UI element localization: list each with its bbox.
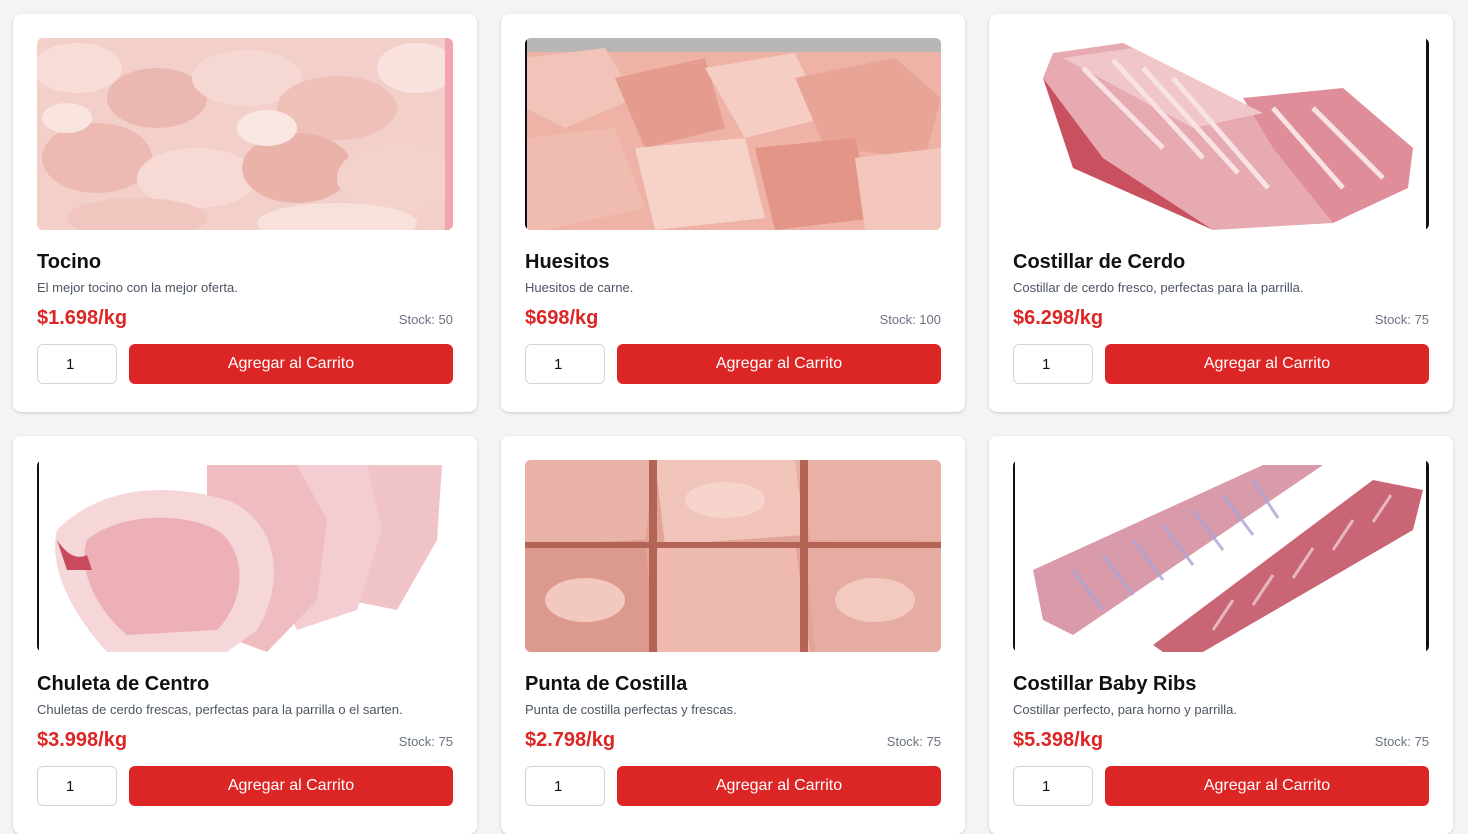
action-row: Agregar al Carrito <box>525 766 941 806</box>
action-row: Agregar al Carrito <box>37 766 453 806</box>
product-description: El mejor tocino con la mejor oferta. <box>37 280 238 295</box>
product-card: Tocino El mejor tocino con la mejor ofer… <box>13 14 477 412</box>
product-description: Chuletas de cerdo frescas, perfectas par… <box>37 702 403 717</box>
product-price: $1.698/kg <box>37 307 128 329</box>
product-stock: Stock: 75 <box>1374 312 1429 327</box>
quantity-input[interactable] <box>1013 766 1093 806</box>
bones-image <box>525 38 941 230</box>
product-card: Costillar Baby Ribs Costillar perfecto, … <box>989 436 1453 834</box>
product-stock: Stock: 75 <box>886 734 941 749</box>
product-price: $2.798/kg <box>525 729 616 751</box>
product-name: Costillar de Cerdo <box>1013 251 1186 273</box>
product-image <box>37 460 453 652</box>
baby-ribs-image <box>1013 460 1429 652</box>
product-description: Costillar perfecto, para horno y parrill… <box>1013 702 1237 717</box>
bacon-image <box>37 38 453 230</box>
product-card: Chuleta de Centro Chuletas de cerdo fres… <box>13 436 477 834</box>
quantity-input[interactable] <box>1013 344 1093 384</box>
product-image <box>1013 460 1429 652</box>
product-stock: Stock: 75 <box>1374 734 1429 749</box>
product-image <box>525 460 941 652</box>
product-price: $5.398/kg <box>1013 729 1104 751</box>
action-row: Agregar al Carrito <box>525 344 941 384</box>
price-row: $698/kg Stock: 100 <box>525 307 941 333</box>
price-row: $1.698/kg Stock: 50 <box>37 307 453 333</box>
price-row: $3.998/kg Stock: 75 <box>37 729 453 755</box>
price-row: $6.298/kg Stock: 75 <box>1013 307 1429 333</box>
add-to-cart-button[interactable]: Agregar al Carrito <box>617 344 941 384</box>
quantity-input[interactable] <box>37 766 117 806</box>
product-card: Costillar de Cerdo Costillar de cerdo fr… <box>989 14 1453 412</box>
product-stock: Stock: 75 <box>398 734 453 749</box>
product-name: Punta de Costilla <box>525 673 688 695</box>
rib-tips-image <box>525 460 941 652</box>
product-card: Punta de Costilla Punta de costilla perf… <box>501 436 965 834</box>
product-description: Costillar de cerdo fresco, perfectas par… <box>1013 280 1304 295</box>
product-stock: Stock: 100 <box>879 312 941 327</box>
add-to-cart-button[interactable]: Agregar al Carrito <box>1105 344 1429 384</box>
product-description: Huesitos de carne. <box>525 280 634 295</box>
pork-chops-image <box>37 460 453 652</box>
product-price: $6.298/kg <box>1013 307 1104 329</box>
add-to-cart-button[interactable]: Agregar al Carrito <box>129 766 453 806</box>
product-stock: Stock: 50 <box>398 312 453 327</box>
quantity-input[interactable] <box>525 766 605 806</box>
product-name: Costillar Baby Ribs <box>1013 673 1197 695</box>
product-price: $3.998/kg <box>37 729 128 751</box>
product-description: Punta de costilla perfectas y frescas. <box>525 702 737 717</box>
add-to-cart-button[interactable]: Agregar al Carrito <box>617 766 941 806</box>
product-grid: Tocino El mejor tocino con la mejor ofer… <box>13 14 1453 834</box>
product-name: Huesitos <box>525 251 610 273</box>
product-card: Huesitos Huesitos de carne. $698/kg Stoc… <box>501 14 965 412</box>
price-row: $5.398/kg Stock: 75 <box>1013 729 1429 755</box>
pork-ribs-image <box>1013 38 1429 230</box>
quantity-input[interactable] <box>525 344 605 384</box>
product-price: $698/kg <box>525 307 599 329</box>
product-name: Chuleta de Centro <box>37 673 210 695</box>
price-row: $2.798/kg Stock: 75 <box>525 729 941 755</box>
add-to-cart-button[interactable]: Agregar al Carrito <box>1105 766 1429 806</box>
product-image <box>1013 38 1429 230</box>
product-image <box>525 38 941 230</box>
action-row: Agregar al Carrito <box>1013 766 1429 806</box>
quantity-input[interactable] <box>37 344 117 384</box>
add-to-cart-button[interactable]: Agregar al Carrito <box>129 344 453 384</box>
action-row: Agregar al Carrito <box>37 344 453 384</box>
action-row: Agregar al Carrito <box>1013 344 1429 384</box>
product-name: Tocino <box>37 251 102 273</box>
product-image <box>37 38 453 230</box>
